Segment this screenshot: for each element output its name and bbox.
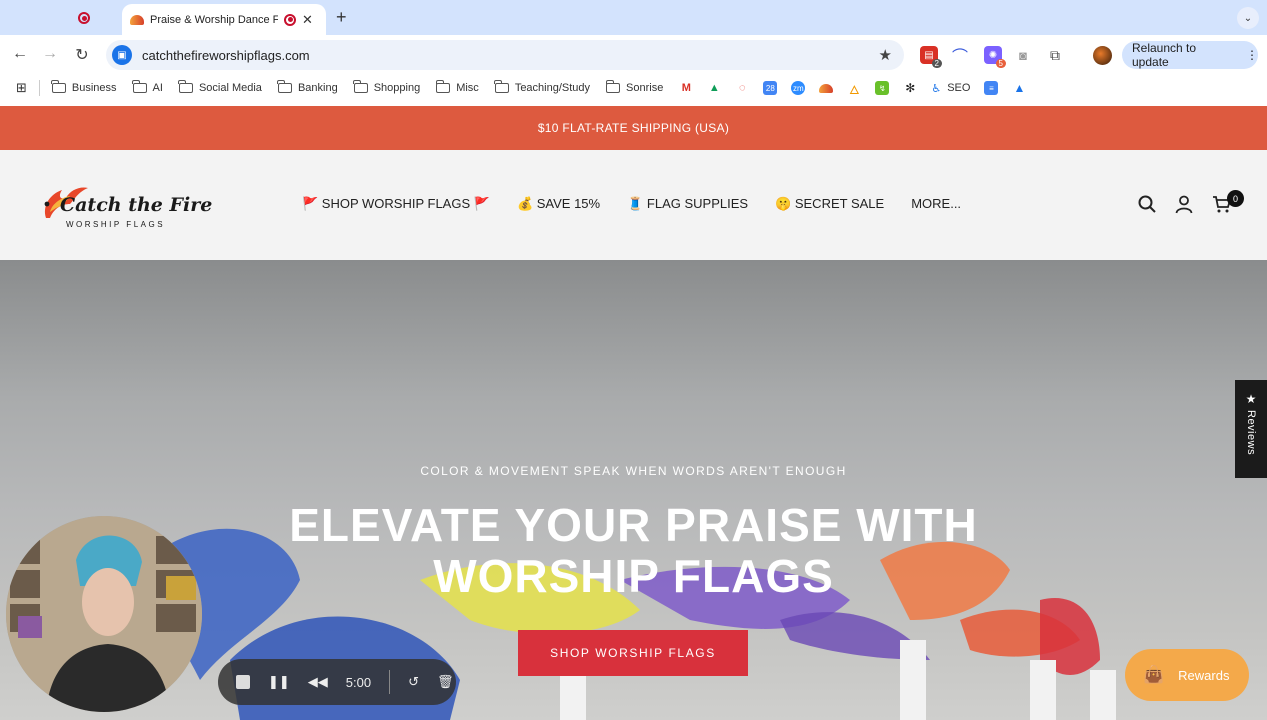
site-logo[interactable]: Catch the Fire WORSHIP FLAGS <box>40 180 212 232</box>
gmail-icon[interactable]: M <box>679 81 694 95</box>
account-icon[interactable] <box>1174 194 1194 214</box>
folder-icon <box>605 80 621 93</box>
bookmark-folder[interactable]: Banking <box>277 80 338 94</box>
nav-shop-worship-flags[interactable]: 🚩 SHOP WORSHIP FLAGS 🚩 <box>302 196 490 212</box>
address-bar[interactable]: ▣ catchthefireworshipflags.com ★ <box>106 40 904 70</box>
profile-avatar[interactable] <box>1093 46 1112 65</box>
browser-toolbar: ← → ↻ ▣ catchthefireworshipflags.com ★ ▤… <box>0 35 1267 75</box>
folder-icon <box>51 80 66 93</box>
site-header: Catch the Fire WORSHIP FLAGS 🚩 SHOP WORS… <box>0 150 1267 260</box>
calendar-icon[interactable]: 28 <box>763 81 778 95</box>
drive-icon[interactable]: ▲ <box>707 81 722 95</box>
bookmark-seo[interactable]: ♿ SEO <box>931 82 970 95</box>
webcam-overlay <box>6 516 202 712</box>
relaunch-button[interactable]: Relaunch to update ⋮ <box>1122 41 1258 69</box>
folder-icon <box>353 80 368 93</box>
docs-icon[interactable]: ≡ <box>984 81 999 95</box>
relaunch-label: Relaunch to update <box>1132 41 1197 69</box>
more-vert-icon: ⋮ <box>1246 48 1258 62</box>
folder-icon <box>494 80 509 93</box>
reload-icon[interactable]: ↻ <box>72 45 92 65</box>
url-text[interactable]: catchthefireworshipflags.com <box>142 48 310 63</box>
folder-icon <box>178 80 193 93</box>
extension-arc-icon[interactable]: ⌒ <box>951 46 969 66</box>
app-icon[interactable]: ↯ <box>875 81 890 95</box>
bookmark-folder[interactable]: Social Media <box>178 80 262 94</box>
nav-more[interactable]: MORE... <box>911 196 961 212</box>
tab-search-button[interactable]: ⌄ <box>1237 7 1259 29</box>
stop-icon[interactable] <box>236 675 250 689</box>
cart-count-badge: 0 <box>1227 190 1244 207</box>
site-favicon-icon <box>130 14 144 25</box>
reviews-tab[interactable]: ★ Reviews <box>1235 380 1267 478</box>
app-icon[interactable]: ◌ <box>735 81 750 95</box>
screen-recorder-controls: ❚❚ ◀◀ 5:00 ↺ 🗑 <box>218 659 456 705</box>
rewards-button[interactable]: 👜 Rewards <box>1125 649 1249 701</box>
bookmark-folder[interactable]: Misc <box>435 80 479 94</box>
folder-icon <box>277 80 292 93</box>
accessibility-icon: ♿ <box>931 82 942 95</box>
site-favicon-icon[interactable] <box>819 83 834 93</box>
pause-icon[interactable]: ❚❚ <box>268 674 290 690</box>
logo-subtext: WORSHIP FLAGS <box>66 220 166 229</box>
openai-icon[interactable]: ✻ <box>903 81 918 95</box>
site-info-icon[interactable]: ▣ <box>112 45 132 65</box>
rewards-label: Rewards <box>1178 667 1230 683</box>
tab-active[interactable]: Praise & Worship Dance F ✕ <box>122 4 326 35</box>
recording-icon <box>284 13 296 26</box>
forward-icon[interactable]: → <box>40 45 60 63</box>
announcement-text: $10 FLAT-RATE SHIPPING (USA) <box>537 121 730 135</box>
webcam-image <box>6 516 202 712</box>
bookmark-star-icon[interactable]: ★ <box>879 46 892 64</box>
bookmark-folder[interactable]: Business <box>51 80 117 94</box>
search-icon[interactable] <box>1137 194 1157 214</box>
bookmark-folder[interactable]: Shopping <box>353 80 420 94</box>
extensions-puzzle-icon[interactable]: ⧉ <box>1046 46 1064 64</box>
apps-grid-icon[interactable]: ⊞ <box>16 80 27 96</box>
recording-icon <box>78 12 90 24</box>
shop-worship-flags-button[interactable]: SHOP WORSHIP FLAGS <box>518 630 748 676</box>
extension-icon[interactable]: ✺ 5 <box>984 46 1006 68</box>
announcement-bar: $10 FLAT-RATE SHIPPING (USA) <box>0 106 1267 150</box>
new-tab-button[interactable]: + <box>336 7 347 28</box>
hero-eyebrow: COLOR & MOVEMENT SPEAK WHEN WORDS AREN'T… <box>420 464 847 478</box>
bookmark-folder[interactable]: AI <box>132 80 163 94</box>
hero-title-line1: ELEVATE YOUR PRAISE WITH <box>289 499 978 551</box>
triangle-icon[interactable]: ▲ <box>1012 81 1027 95</box>
close-icon[interactable]: ✕ <box>302 12 313 28</box>
zoom-icon[interactable]: zm <box>791 81 806 95</box>
browser-tab-strip: Praise & Worship Dance F ✕ + ⌄ <box>0 0 1267 35</box>
bookmarks-bar: ⊞ Business AI Social Media Banking Shopp… <box>0 75 1267 101</box>
star-icon: ★ <box>1245 392 1257 406</box>
rewind-icon[interactable]: ◀◀ <box>308 674 328 690</box>
flame-icon[interactable]: 🜂 <box>847 81 862 97</box>
tab-inactive[interactable] <box>78 6 120 30</box>
nav-flag-supplies[interactable]: 🧵 FLAG SUPPLIES <box>627 196 748 212</box>
extension-icon[interactable]: ▤ 2 <box>920 46 942 68</box>
bookmark-folder[interactable]: Teaching/Study <box>494 80 590 94</box>
tab-title: Praise & Worship Dance F <box>150 13 278 26</box>
folder-icon <box>435 80 451 93</box>
camera-icon[interactable]: ◙ <box>1014 46 1032 64</box>
folder-icon <box>132 80 147 93</box>
logo-text: Catch the Fire <box>60 194 213 216</box>
reviews-label: Reviews <box>1245 410 1257 456</box>
nav-secret-sale[interactable]: 🤫 SECRET SALE <box>775 196 884 212</box>
bookmark-folder[interactable]: Sonrise <box>605 80 663 94</box>
recorder-timer: 5:00 <box>345 674 372 690</box>
back-icon[interactable]: ← <box>10 45 30 63</box>
nav-save-15[interactable]: 💰 SAVE 15% <box>517 196 600 212</box>
trash-icon[interactable]: 🗑 <box>437 674 454 690</box>
restart-icon[interactable]: ↺ <box>408 674 419 690</box>
main-nav: 🚩 SHOP WORSHIP FLAGS 🚩 💰 SAVE 15% 🧵 FLAG… <box>302 196 961 212</box>
shopping-bag-icon: 👜 <box>1143 665 1165 684</box>
